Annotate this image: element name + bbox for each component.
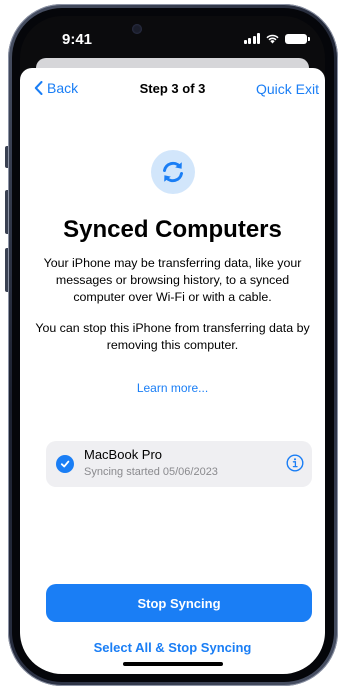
stop-syncing-button[interactable]: Stop Syncing (46, 584, 312, 622)
home-indicator (123, 662, 223, 666)
status-icons (243, 33, 310, 44)
modal-sheet: Back Step 3 of 3 Quick Exit Synced Compu… (20, 68, 325, 674)
front-camera (132, 24, 142, 34)
quick-exit-button[interactable]: Quick Exit (256, 81, 319, 97)
device-list-item[interactable]: MacBook Pro Syncing started 05/06/2023 (46, 441, 312, 487)
instruction-text: You can stop this iPhone from transferri… (35, 321, 310, 352)
page-title: Synced Computers (63, 216, 282, 243)
device-sync-status: Syncing started 05/06/2023 (84, 466, 218, 478)
description-text: Your iPhone may be transferring data, li… (43, 256, 302, 304)
device-name: MacBook Pro (84, 447, 163, 462)
sync-arrows-glyph (163, 161, 183, 183)
cellular-signal-icon (243, 33, 260, 44)
status-time: 9:41 (62, 31, 93, 48)
learn-more-link[interactable]: Learn more... (20, 381, 325, 395)
wifi-icon (266, 34, 279, 44)
battery-icon (285, 33, 310, 44)
checkmark-icon[interactable] (56, 455, 74, 473)
select-all-stop-syncing-button[interactable]: Select All & Stop Syncing (20, 640, 325, 655)
phone-screen: 9:41 Back Step 3 of 3 Quick Exit Synced … (20, 16, 325, 674)
stage: 9:41 Back Step 3 of 3 Quick Exit Synced … (0, 0, 341, 689)
navigation-bar: Back Step 3 of 3 Quick Exit (20, 68, 325, 108)
sync-arrows-icon (151, 150, 195, 194)
info-icon[interactable] (286, 454, 304, 472)
